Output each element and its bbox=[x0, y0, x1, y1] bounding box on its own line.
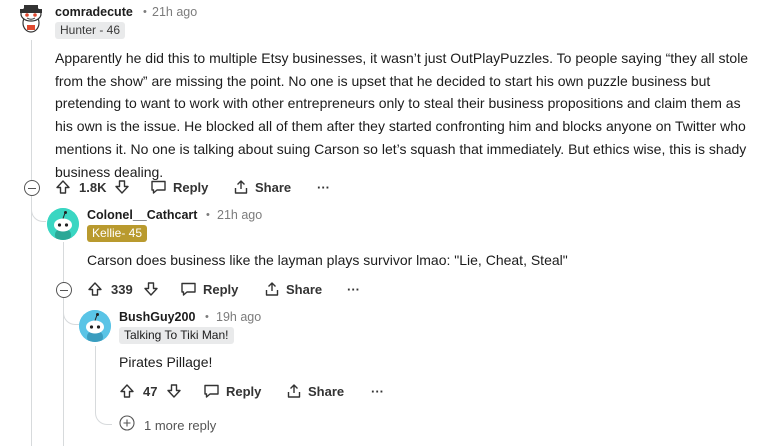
comment-username[interactable]: BushGuy200 bbox=[119, 310, 195, 324]
upvote-arrow-icon bbox=[88, 282, 102, 296]
downvote-arrow-icon bbox=[167, 384, 181, 398]
snoo-avatar-icon bbox=[47, 208, 79, 240]
upvote-arrow-icon bbox=[120, 384, 134, 398]
thread-branch-connector bbox=[95, 396, 112, 425]
reply-label: Reply bbox=[173, 179, 209, 195]
downvote-arrow-icon bbox=[144, 282, 158, 296]
more-options-button[interactable]: ··· bbox=[347, 282, 360, 297]
comment-body: Apparently he did this to multiple Etsy … bbox=[55, 50, 749, 180]
comment-username[interactable]: Colonel__Cathcart bbox=[87, 208, 197, 222]
upvote-button[interactable] bbox=[55, 179, 71, 195]
comment-bubble-icon bbox=[151, 180, 166, 194]
thread-line-root[interactable] bbox=[31, 40, 32, 446]
more-replies-label: 1 more reply bbox=[144, 418, 217, 433]
comment-body: Carson does business like the layman pla… bbox=[87, 252, 568, 268]
reply-label: Reply bbox=[226, 383, 262, 399]
user-flair: Talking To Tiki Man! bbox=[119, 327, 234, 344]
reply-button[interactable]: Reply bbox=[180, 281, 238, 297]
upvote-arrow-icon bbox=[56, 180, 70, 194]
comment-timestamp[interactable]: 21h ago bbox=[217, 208, 262, 222]
upvote-button[interactable] bbox=[87, 281, 103, 297]
share-icon bbox=[265, 282, 279, 296]
reply-button[interactable]: Reply bbox=[150, 179, 208, 195]
plus-circle-icon bbox=[119, 415, 135, 436]
more-options-button[interactable]: ··· bbox=[371, 384, 384, 399]
share-icon bbox=[234, 180, 248, 194]
share-label: Share bbox=[286, 281, 323, 297]
reply-label: Reply bbox=[203, 281, 239, 297]
avatar[interactable] bbox=[79, 310, 111, 342]
share-label: Share bbox=[308, 383, 345, 399]
snoo-avatar-icon bbox=[20, 5, 42, 33]
share-button[interactable]: Share bbox=[233, 179, 291, 195]
thread-line-level2[interactable] bbox=[63, 242, 64, 446]
avatar[interactable] bbox=[15, 3, 47, 35]
comment-username[interactable]: comradecute bbox=[55, 5, 133, 19]
downvote-button[interactable] bbox=[166, 383, 182, 399]
meta-separator: • bbox=[143, 6, 147, 18]
more-options-button[interactable]: ··· bbox=[317, 180, 330, 195]
comment-timestamp[interactable]: 21h ago bbox=[152, 5, 197, 19]
user-flair: Hunter - 46 bbox=[55, 22, 126, 39]
collapse-thread-button[interactable] bbox=[56, 282, 72, 298]
more-replies-link[interactable]: 1 more reply bbox=[119, 415, 216, 436]
share-icon bbox=[287, 384, 301, 398]
upvote-button[interactable] bbox=[119, 383, 135, 399]
vote-count: 1.8K bbox=[79, 180, 107, 195]
meta-separator: • bbox=[205, 311, 209, 323]
share-button[interactable]: Share bbox=[264, 281, 322, 297]
vote-count: 339 bbox=[111, 282, 133, 297]
collapse-thread-button[interactable] bbox=[24, 180, 40, 196]
reply-button[interactable]: Reply bbox=[203, 383, 261, 399]
downvote-arrow-icon bbox=[115, 180, 129, 194]
meta-separator: • bbox=[206, 209, 210, 221]
comment-bubble-icon bbox=[204, 384, 219, 398]
share-button[interactable]: Share bbox=[286, 383, 344, 399]
comment-body: Pirates Pillage! bbox=[119, 354, 213, 370]
snoo-avatar-icon bbox=[79, 310, 111, 342]
downvote-button[interactable] bbox=[114, 179, 130, 195]
share-label: Share bbox=[255, 179, 292, 195]
comment-bubble-icon bbox=[181, 282, 196, 296]
downvote-button[interactable] bbox=[143, 281, 159, 297]
avatar[interactable] bbox=[47, 208, 79, 240]
thread-branch-connector bbox=[31, 196, 46, 222]
vote-count: 47 bbox=[143, 384, 158, 399]
comment-timestamp[interactable]: 19h ago bbox=[216, 310, 261, 324]
user-flair: Kellie- 45 bbox=[87, 225, 148, 242]
thread-branch-connector bbox=[63, 298, 79, 325]
